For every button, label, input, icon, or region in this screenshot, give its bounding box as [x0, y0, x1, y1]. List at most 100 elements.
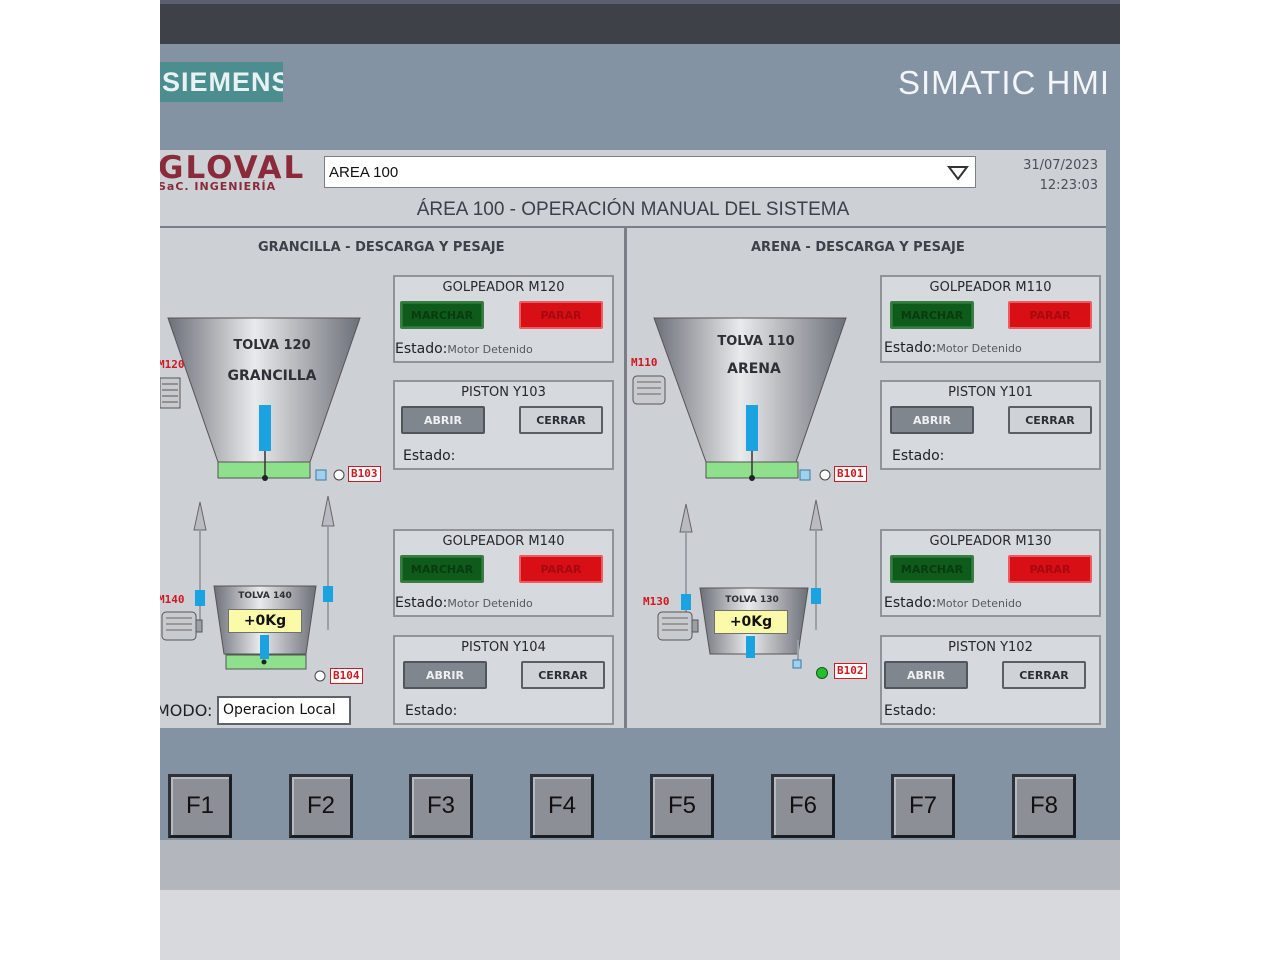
hmi-device: SIEMENS SIMATIC HMI GLOVAL SaC. INGENIER… [160, 0, 1120, 960]
device-top-edge [160, 0, 1120, 44]
abrir-y102-button[interactable]: ABRIR [884, 661, 968, 689]
f4-key[interactable]: F4 [530, 774, 594, 838]
hopper-140-title: TOLVA 140 [238, 591, 292, 601]
golpeador-m130-panel: GOLPEADOR M130 MARCHAR PARAR Estado:Moto… [880, 529, 1101, 617]
golpeador-m130-title: GOLPEADOR M130 [929, 534, 1052, 549]
golpeador-m110-status: Estado:Motor Detenido [884, 340, 1022, 356]
abrir-y101-button[interactable]: ABRIR [890, 406, 974, 434]
cerrar-y103-button[interactable]: CERRAR [519, 406, 603, 434]
sensor-indicator-icon [799, 469, 831, 481]
f5-key[interactable]: F5 [650, 774, 714, 838]
motor-tag-m140: M140 [160, 593, 185, 606]
sensor-tag-b102: B102 [834, 663, 867, 679]
abrir-y103-button[interactable]: ABRIR [401, 406, 485, 434]
marchar-m110-button[interactable]: MARCHAR [890, 301, 974, 329]
marchar-m140-button[interactable]: MARCHAR [400, 555, 484, 583]
hopper-120-material: GRANCILLA [227, 368, 317, 384]
parar-m130-button[interactable]: PARAR [1008, 555, 1092, 583]
motor-tag-m130: M130 [643, 595, 670, 608]
piston-y101-panel: PISTON Y101 ABRIR CERRAR Estado: [880, 380, 1101, 470]
hmi-screen: GLOVAL SaC. INGENIERÍA AREA 100 31/07/20… [160, 150, 1106, 728]
area-dropdown[interactable]: AREA 100 [324, 156, 976, 188]
sensor-tag-b103: B103 [348, 466, 381, 482]
parar-m120-button[interactable]: PARAR [519, 301, 603, 329]
piston-y103-panel: PISTON Y103 ABRIR CERRAR Estado: [393, 380, 614, 470]
hopper-130-graphic [679, 499, 823, 669]
motor-icon[interactable] [631, 374, 669, 406]
f8-key[interactable]: F8 [1012, 774, 1076, 838]
golpeador-m110-panel: GOLPEADOR M110 MARCHAR PARAR Estado:Moto… [880, 275, 1101, 363]
f1-key[interactable]: F1 [168, 774, 232, 838]
hopper-120-title: TOLVA 120 [233, 338, 311, 353]
section-divider [624, 226, 627, 728]
mode-label: MODO: [160, 701, 213, 720]
hopper-110-material: ARENA [727, 361, 781, 377]
piston-y102-title: PISTON Y102 [948, 640, 1033, 655]
status-label: Estado: [884, 595, 937, 611]
piston-y102-panel: PISTON Y102 ABRIR CERRAR Estado: [880, 635, 1101, 725]
hopper-130-title: TOLVA 130 [725, 595, 779, 605]
motor-tag-m120: M120 [160, 358, 185, 371]
f7-key[interactable]: F7 [891, 774, 955, 838]
hopper-120-graphic [167, 317, 361, 481]
device-bezel-right [1106, 150, 1120, 728]
golpeador-m110-title: GOLPEADOR M110 [929, 280, 1052, 295]
piston-y101-status: Estado: [892, 448, 945, 464]
golpeador-m140-panel: GOLPEADOR M140 MARCHAR PARAR Estado:Moto… [393, 529, 614, 617]
sensor-indicator-icon [816, 667, 828, 679]
status-label: Estado: [395, 341, 448, 357]
area-dropdown-value: AREA 100 [329, 164, 399, 181]
section-title-arena: ARENA - DESCARGA Y PESAJE [751, 240, 965, 255]
abrir-y104-button[interactable]: ABRIR [403, 661, 487, 689]
status-value: Motor Detenido [936, 342, 1022, 355]
motor-icon[interactable] [656, 608, 700, 644]
weight-display-140: +0Kg [228, 609, 302, 633]
f3-key[interactable]: F3 [409, 774, 473, 838]
status-value: Motor Detenido [447, 343, 533, 356]
title-divider [160, 226, 1106, 228]
mode-field[interactable]: Operacion Local [217, 696, 351, 725]
date-display: 31/07/2023 [1023, 158, 1098, 173]
golpeador-m120-panel: GOLPEADOR M120 MARCHAR PARAR Estado:Moto… [393, 275, 614, 363]
device-lower-band [160, 840, 1120, 890]
piston-y104-status: Estado: [405, 703, 458, 719]
company-logo-subtext: SaC. INGENIERÍA [160, 180, 277, 193]
piston-y104-title: PISTON Y104 [461, 640, 546, 655]
golpeador-m140-title: GOLPEADOR M140 [442, 534, 565, 549]
f2-key[interactable]: F2 [289, 774, 353, 838]
parar-m140-button[interactable]: PARAR [519, 555, 603, 583]
page-title: ÁREA 100 - OPERACIÓN MANUAL DEL SISTEMA [416, 199, 850, 220]
device-bottom-band [160, 890, 1120, 960]
status-value: Motor Detenido [936, 597, 1022, 610]
marchar-m130-button[interactable]: MARCHAR [890, 555, 974, 583]
hopper-110-title: TOLVA 110 [717, 334, 795, 349]
piston-y102-status: Estado: [884, 703, 937, 719]
sensor-indicator-icon [315, 469, 345, 481]
golpeador-m120-status: Estado:Motor Detenido [395, 341, 533, 357]
motor-icon[interactable] [160, 608, 204, 644]
piston-y103-status: Estado: [403, 448, 456, 464]
marchar-m120-button[interactable]: MARCHAR [400, 301, 484, 329]
parar-m110-button[interactable]: PARAR [1008, 301, 1092, 329]
piston-y103-title: PISTON Y103 [461, 385, 546, 400]
golpeador-m120-title: GOLPEADOR M120 [442, 280, 565, 295]
chevron-down-icon[interactable] [947, 165, 969, 181]
motor-tag-m110: M110 [631, 356, 658, 369]
cerrar-y102-button[interactable]: CERRAR [1002, 661, 1086, 689]
time-display: 12:23:03 [1039, 178, 1098, 193]
siemens-logo: SIEMENS [160, 62, 283, 102]
sensor-tag-b101: B101 [834, 466, 867, 482]
f6-key[interactable]: F6 [771, 774, 835, 838]
motor-icon[interactable] [160, 376, 182, 410]
golpeador-m130-status: Estado:Motor Detenido [884, 595, 1022, 611]
status-value: Motor Detenido [447, 597, 533, 610]
status-label: Estado: [884, 340, 937, 356]
product-name: SIMATIC HMI [897, 64, 1110, 101]
status-label: Estado: [395, 595, 448, 611]
section-title-grancilla: GRANCILLA - DESCARGA Y PESAJE [258, 240, 505, 255]
golpeador-m140-status: Estado:Motor Detenido [395, 595, 533, 611]
cerrar-y104-button[interactable]: CERRAR [521, 661, 605, 689]
hopper-140-graphic [193, 495, 335, 670]
cerrar-y101-button[interactable]: CERRAR [1008, 406, 1092, 434]
sensor-indicator-icon [314, 670, 326, 682]
